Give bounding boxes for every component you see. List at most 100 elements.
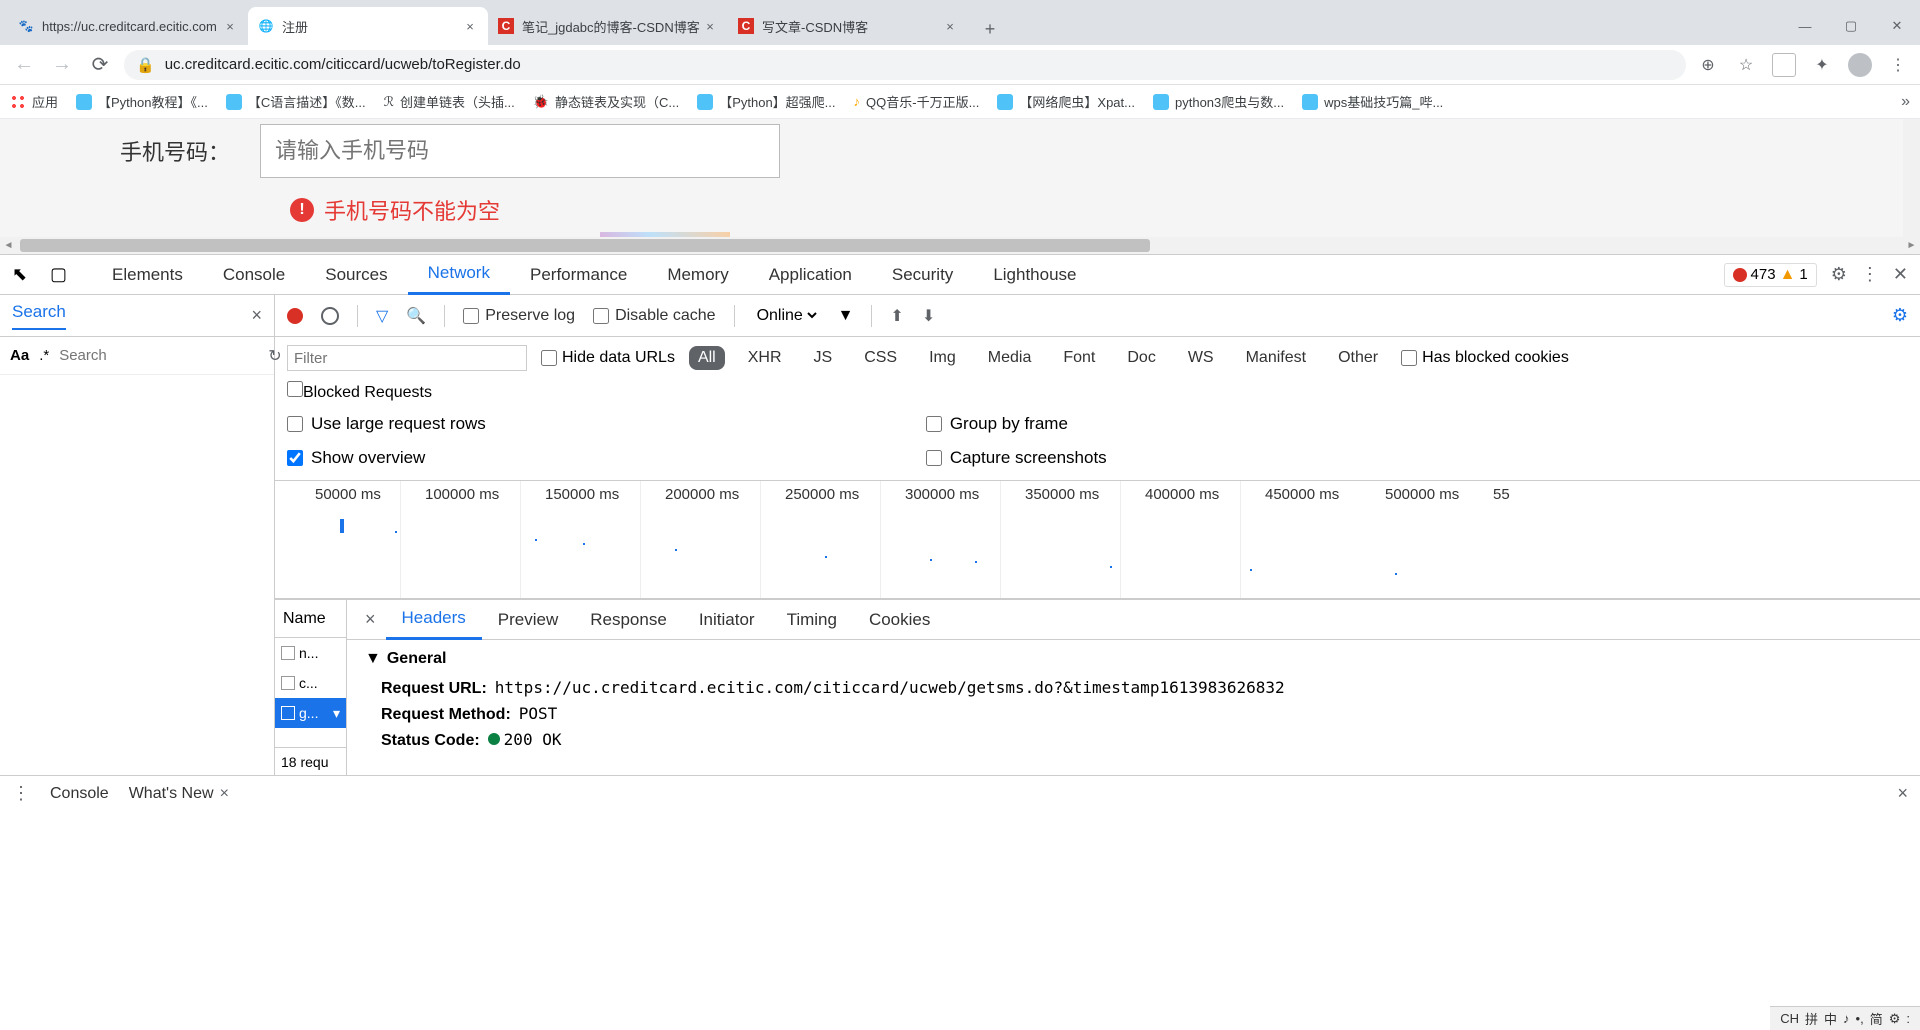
vertical-scrollbar[interactable] [1903, 119, 1920, 237]
reload-button[interactable]: ⟳ [86, 51, 114, 79]
clear-button[interactable] [321, 307, 339, 325]
request-row[interactable]: n... [275, 638, 346, 668]
general-section-header[interactable]: ▼General [365, 650, 1902, 668]
download-har-icon[interactable]: ⬇ [922, 306, 935, 326]
preserve-log-checkbox[interactable]: Preserve log [463, 307, 575, 325]
close-icon[interactable]: × [251, 305, 262, 326]
tab-2[interactable]: C 笔记_jgdabc的博客-CSDN博客 × [488, 7, 728, 45]
scroll-left-icon[interactable]: ◄ [0, 237, 17, 254]
upload-har-icon[interactable]: ⬆ [890, 306, 903, 326]
drawer-menu-icon[interactable]: ⋮ [12, 783, 30, 804]
tab-application[interactable]: Application [749, 255, 872, 295]
filter-type-xhr[interactable]: XHR [739, 346, 791, 370]
filter-type-all[interactable]: All [689, 346, 725, 370]
group-by-frame-checkbox[interactable]: Group by frame [926, 414, 1107, 434]
show-overview-checkbox[interactable]: Show overview [287, 448, 486, 468]
drawer-tab-console[interactable]: Console [50, 785, 109, 803]
close-icon[interactable]: × [222, 18, 238, 34]
subtab-timing[interactable]: Timing [771, 600, 853, 640]
extension-icon[interactable] [1772, 53, 1796, 77]
throttling-select[interactable]: Online [753, 306, 820, 325]
search-input[interactable] [59, 347, 258, 364]
bookmark-item[interactable]: 【网络爬虫】Xpat... [997, 92, 1135, 111]
search-icon[interactable]: 🔍 [406, 306, 426, 326]
devtools-close-icon[interactable]: ✕ [1893, 264, 1908, 285]
tab-elements[interactable]: Elements [92, 255, 203, 295]
error-count-badge[interactable]: 473 ▲ 1 [1724, 263, 1817, 287]
maximize-button[interactable]: ▢ [1828, 7, 1874, 45]
close-window-button[interactable]: ✕ [1874, 7, 1920, 45]
filter-input[interactable] [287, 345, 527, 371]
omnibox[interactable]: 🔒 uc.creditcard.ecitic.com/citiccard/ucw… [124, 50, 1686, 80]
subtab-initiator[interactable]: Initiator [683, 600, 771, 640]
blocked-requests-checkbox[interactable]: Blocked Requests [287, 381, 432, 402]
filter-type-doc[interactable]: Doc [1118, 346, 1164, 370]
horizontal-scrollbar[interactable]: ◄ ► [0, 237, 1920, 254]
bookmark-item[interactable]: wps基础技巧篇_哔... [1302, 92, 1443, 111]
bookmark-star-icon[interactable]: ☆ [1734, 53, 1758, 77]
forward-button[interactable]: → [48, 51, 76, 79]
name-column-header[interactable]: Name [275, 600, 346, 638]
tab-security[interactable]: Security [872, 255, 973, 295]
subtab-preview[interactable]: Preview [482, 600, 574, 640]
ime-indicator[interactable]: CH 拼 中 ♪ •, 简 ⚙ : [1770, 1006, 1920, 1030]
filter-type-other[interactable]: Other [1329, 346, 1387, 370]
devtools-menu-icon[interactable]: ⋮ [1861, 264, 1879, 285]
bookmark-item[interactable]: ♪QQ音乐-千万正版... [854, 92, 980, 111]
subtab-response[interactable]: Response [574, 600, 683, 640]
bookmark-item[interactable]: python3爬虫与数... [1153, 92, 1284, 111]
close-detail-icon[interactable]: × [355, 609, 386, 630]
bookmark-item[interactable]: 【C语言描述】《数... [226, 92, 366, 111]
blocked-cookies-checkbox[interactable]: Has blocked cookies [1401, 349, 1569, 367]
network-settings-gear-icon[interactable]: ⚙ [1892, 305, 1908, 326]
inspect-element-icon[interactable]: ⬉ [12, 264, 34, 286]
new-tab-button[interactable]: + [974, 13, 1006, 45]
bookmark-item[interactable]: ℛ创建单链表（头插... [384, 92, 515, 111]
bookmark-item[interactable]: 【Python】超强爬... [697, 92, 835, 111]
apps-button[interactable]: 应用 [10, 92, 58, 111]
settings-gear-icon[interactable]: ⚙ [1831, 264, 1847, 285]
tab-0[interactable]: 🐾 https://uc.creditcard.ecitic.com × [8, 7, 248, 45]
tab-sources[interactable]: Sources [305, 255, 407, 295]
filter-type-css[interactable]: CSS [855, 346, 906, 370]
drawer-tab-whatsnew[interactable]: What's New× [129, 785, 229, 803]
close-icon[interactable]: × [942, 18, 958, 34]
disable-cache-checkbox[interactable]: Disable cache [593, 307, 716, 325]
tab-3[interactable]: C 写文章-CSDN博客 × [728, 7, 968, 45]
subtab-cookies[interactable]: Cookies [853, 600, 946, 640]
filter-type-js[interactable]: JS [805, 346, 842, 370]
subtab-headers[interactable]: Headers [386, 600, 482, 640]
scrollbar-thumb[interactable] [20, 239, 1150, 252]
drawer-close-icon[interactable]: × [1897, 783, 1908, 804]
filter-type-media[interactable]: Media [979, 346, 1041, 370]
regex-toggle[interactable]: .* [39, 347, 49, 364]
close-icon[interactable]: × [462, 18, 478, 34]
profile-avatar[interactable] [1848, 53, 1872, 77]
extensions-puzzle-icon[interactable]: ✦ [1810, 53, 1834, 77]
network-timeline[interactable]: 50000 ms 100000 ms 150000 ms 200000 ms 2… [275, 481, 1920, 599]
filter-toggle-icon[interactable]: ▽ [376, 306, 388, 326]
back-button[interactable]: ← [10, 51, 38, 79]
phone-input[interactable] [260, 124, 780, 178]
filter-type-font[interactable]: Font [1054, 346, 1104, 370]
minimize-button[interactable]: — [1782, 7, 1828, 45]
tab-memory[interactable]: Memory [647, 255, 748, 295]
large-rows-checkbox[interactable]: Use large request rows [287, 414, 486, 434]
device-toolbar-icon[interactable]: ▢ [50, 264, 72, 286]
close-icon[interactable]: × [702, 18, 718, 34]
request-row[interactable]: c... [275, 668, 346, 698]
chrome-menu-icon[interactable]: ⋮ [1886, 53, 1910, 77]
hide-data-urls-checkbox[interactable]: Hide data URLs [541, 349, 675, 367]
scroll-right-icon[interactable]: ► [1903, 237, 1920, 254]
filter-type-ws[interactable]: WS [1179, 346, 1223, 370]
tab-lighthouse[interactable]: Lighthouse [973, 255, 1096, 295]
filter-type-img[interactable]: Img [920, 346, 965, 370]
record-button[interactable] [287, 308, 303, 324]
request-row-selected[interactable]: g...▾ [275, 698, 346, 728]
bookmark-item[interactable]: 【Python教程】《... [76, 92, 208, 111]
tab-performance[interactable]: Performance [510, 255, 647, 295]
close-icon[interactable]: × [220, 785, 229, 803]
tab-1[interactable]: 🌐 注册 × [248, 7, 488, 45]
chevron-down-icon[interactable]: ▼ [838, 307, 854, 325]
filter-type-manifest[interactable]: Manifest [1237, 346, 1315, 370]
